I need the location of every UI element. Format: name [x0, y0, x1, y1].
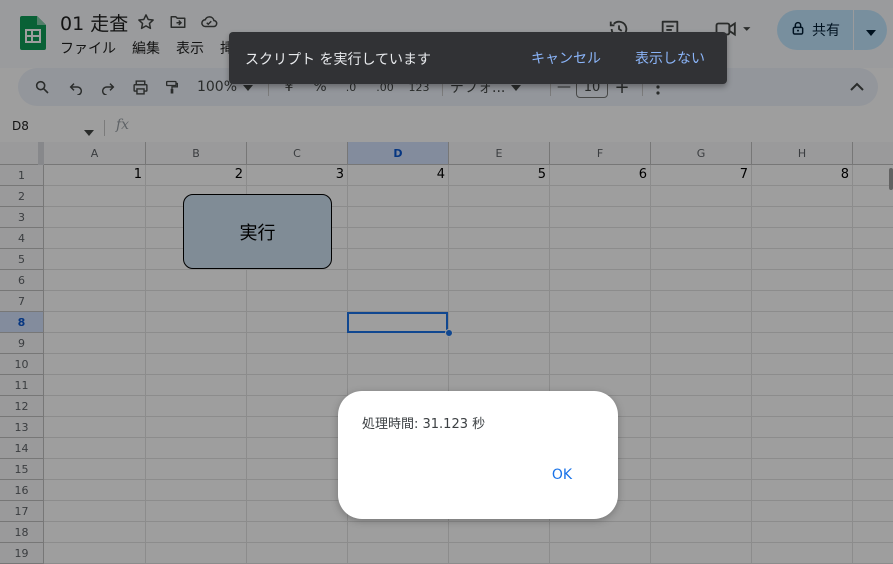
script-running-snackbar: スクリプト を実行しています キャンセル 表示しない — [229, 32, 727, 84]
alert-dialog: 処理時間: 31.123 秒 OK — [338, 391, 618, 519]
dismiss-button[interactable]: 表示しない — [625, 42, 715, 74]
ok-button[interactable]: OK — [544, 463, 580, 487]
snackbar-message: スクリプト を実行しています — [245, 52, 432, 68]
cancel-button[interactable]: キャンセル — [521, 42, 611, 74]
dialog-message: 処理時間: 31.123 秒 — [362, 417, 486, 432]
